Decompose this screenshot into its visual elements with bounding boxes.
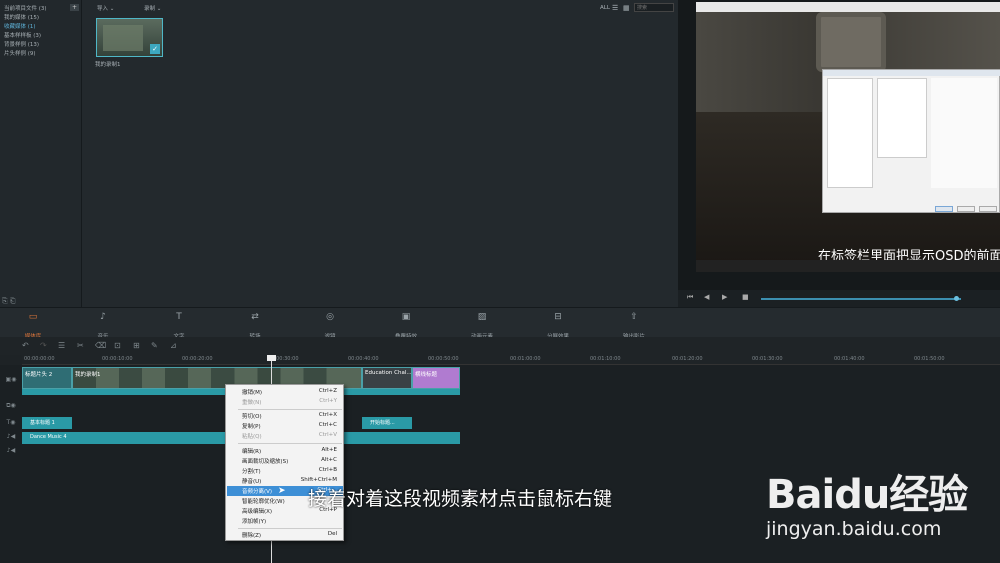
media-thumbnail-label: 我的录制1 <box>95 62 121 68</box>
watermark-brand: Baidu经验 <box>766 472 968 518</box>
text-icon: T <box>176 312 182 322</box>
text-clip-1[interactable]: 基本标题 1 <box>22 417 72 429</box>
library-item-my-media[interactable]: 我的媒体 (15) <box>4 13 39 21</box>
split-icon: ⊟ <box>554 312 562 322</box>
view-all-filter[interactable]: ALL <box>600 5 610 11</box>
recording-controls-image <box>696 260 1000 272</box>
transition-icon: ⇄ <box>251 312 259 322</box>
media-search-input[interactable] <box>634 3 674 12</box>
menu-item-undo[interactable]: 撤销(M) Ctrl+Z <box>227 387 343 397</box>
timeline-toolbar: ↶ ↷ ☰ ✂ ⌫ ⊡ ⊞ ✎ ⊿ <box>0 337 1000 355</box>
menu-separator <box>238 409 342 410</box>
menu-item-redo[interactable]: 重做(N) Ctrl+Y <box>227 397 343 407</box>
filter-icon: ◎ <box>326 312 334 322</box>
element-icon: ▨ <box>477 312 487 322</box>
new-folder-icon[interactable]: ⎘ ⎗ <box>2 297 15 306</box>
ruler-tick: 00:00:20:00 <box>182 356 213 362</box>
video-clip-intro[interactable]: 标题片头 2 <box>22 367 72 389</box>
stop-icon[interactable]: ■ <box>742 293 749 301</box>
baidu-watermark: Baidu经验 jingyan.baidu.com <box>760 458 1000 563</box>
list-view-icon[interactable]: ☰ <box>612 4 618 12</box>
redo-icon[interactable]: ↷ <box>40 341 47 350</box>
menu-item-cut[interactable]: 剪切(O) Ctrl+X <box>227 411 343 421</box>
menu-item-edit[interactable]: 编辑(R) Alt+E <box>227 446 343 456</box>
crop-icon[interactable]: ⊡ <box>114 341 121 350</box>
play-icon[interactable]: ▶ <box>722 293 727 301</box>
menu-item-copy[interactable]: 复制(P) Ctrl+C <box>227 421 343 431</box>
cut-icon[interactable]: ✂ <box>77 341 84 350</box>
check-icon: ✓ <box>150 44 160 54</box>
library-item-intro[interactable]: 片头样例 (9) <box>4 49 36 57</box>
music-track-icon: ♪◀ <box>6 433 16 440</box>
video-track-icon: ▣◉ <box>5 376 17 383</box>
text-clip-2[interactable]: 开始标题... <box>362 417 412 429</box>
recording-window-titlebar <box>696 2 1000 12</box>
skip-back-icon[interactable]: ⏮ <box>687 293 693 302</box>
music-icon: ♪ <box>100 312 106 322</box>
overlay-track-icon: ⧉◉ <box>6 402 16 409</box>
ruler-tick: 00:00:00:00 <box>24 356 55 362</box>
library-item-basic[interactable]: 基本样样板 (3) <box>4 31 41 39</box>
media-thumbnail[interactable]: ✓ <box>96 18 163 57</box>
media-area: 导入 ⌄ 录制 ⌄ ALL ☰ ▦ ✓ 我的录制1 <box>82 0 678 307</box>
clip-context-menu: 撤销(M) Ctrl+Z 重做(N) Ctrl+Y 剪切(O) Ctrl+X 复制(P… <box>225 384 344 541</box>
menu-separator <box>238 443 342 444</box>
menu-item-paste[interactable]: 粘贴(Q) Ctrl+V <box>227 431 343 441</box>
import-dropdown[interactable]: 导入 ⌄ <box>97 4 114 12</box>
library-item-favorites[interactable]: 收藏媒体 (1) <box>4 22 36 30</box>
effects-toolbar: ▭媒体库 ♪音乐 T文字 ⇄转场 ◎滤镜 ▣叠覆特效 ▨动画元素 ⊟分屏效果 ⇧… <box>0 307 1000 340</box>
settings-dialog-image <box>822 69 1000 213</box>
text-track-icon: T◉ <box>6 419 16 426</box>
timeline-ruler[interactable]: 00:00:00:00 00:00:10:00 00:00:20:00 00:0… <box>22 355 1000 365</box>
playback-progress[interactable] <box>761 298 961 300</box>
add-folder-icon[interactable]: + <box>70 4 79 11</box>
video-clip-last[interactable]: 横线标题 <box>412 367 460 389</box>
undo-icon[interactable]: ↶ <box>22 341 29 350</box>
mouse-cursor-icon: ➤ <box>278 486 286 496</box>
folder-icon: ▭ <box>28 312 38 322</box>
audio-mixer-icon[interactable]: ⊿ <box>170 341 177 350</box>
audio-track-icon: ♪◀ <box>6 447 16 454</box>
ruler-tick: 00:00:10:00 <box>102 356 133 362</box>
color-icon[interactable]: ✎ <box>151 341 158 350</box>
library-item-project[interactable]: 当前项目文件 (3) <box>4 4 47 12</box>
export-icon: ⇧ <box>630 312 638 322</box>
adjust-icon[interactable]: ☰ <box>58 341 65 350</box>
menu-item-split[interactable]: 分割(T) Ctrl+B <box>227 466 343 476</box>
library-item-background[interactable]: 背景样例 (13) <box>4 40 39 48</box>
ruler-tick: 00:01:50:00 <box>914 356 945 362</box>
menu-item-add-frame[interactable]: 添加帧(Y) <box>227 516 343 526</box>
ruler-tick: 00:01:10:00 <box>590 356 621 362</box>
media-library-panel: 当前项目文件 (3) 我的媒体 (15) 收藏媒体 (1) 基本样样板 (3) … <box>0 0 82 307</box>
tutorial-caption: 接着对着这段视频素材点击鼠标右键 <box>308 488 613 510</box>
watermark-url: jingyan.baidu.com <box>766 518 942 540</box>
ruler-tick: 00:01:00:00 <box>510 356 541 362</box>
record-dropdown[interactable]: 录制 ⌄ <box>144 4 161 12</box>
ruler-tick: 00:01:20:00 <box>672 356 703 362</box>
ruler-tick: 00:01:30:00 <box>752 356 783 362</box>
ruler-tick: 00:01:40:00 <box>834 356 865 362</box>
delete-icon[interactable]: ⌫ <box>95 341 106 350</box>
step-back-icon[interactable]: ◀ <box>704 293 709 301</box>
playback-handle[interactable] <box>954 296 959 301</box>
menu-item-delete[interactable]: 删除(Z) Del <box>227 530 343 540</box>
ruler-tick: 00:00:50:00 <box>428 356 459 362</box>
overlay-icon: ▣ <box>401 312 411 322</box>
playback-bar: ⏮ ◀ ▶ ■ <box>678 290 1000 307</box>
zoom-icon[interactable]: ⊞ <box>133 341 140 350</box>
menu-separator <box>238 528 342 529</box>
grid-view-icon[interactable]: ▦ <box>623 4 630 12</box>
menu-item-crop-zoom[interactable]: 画面裁切及缩放(S) Alt+C <box>227 456 343 466</box>
video-clip-education[interactable]: Education Chal... <box>362 367 412 389</box>
ruler-tick: 00:00:40:00 <box>348 356 379 362</box>
